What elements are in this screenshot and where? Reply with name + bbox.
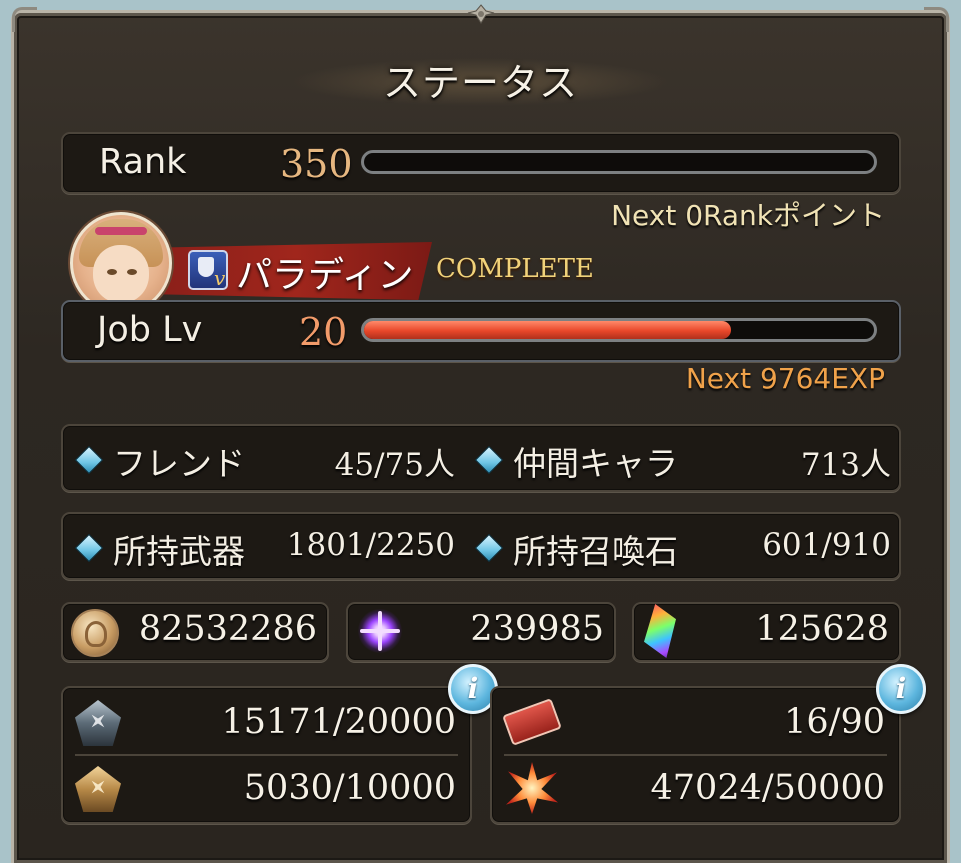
weapons-summons-row: 所持武器 1801/2250 所持召喚石 601/910	[61, 512, 901, 580]
weapons-value: 1801/2250	[286, 527, 455, 563]
burst-value: 47024/50000	[650, 768, 885, 808]
job-level-value: 20	[299, 310, 348, 354]
friends-allies-row: フレンド 45/75人 仲間キャラ 713人	[61, 424, 901, 492]
avatar[interactable]	[70, 212, 172, 314]
diamond-icon	[74, 533, 104, 563]
crest-ornament-icon	[467, 4, 495, 24]
diamond-icon	[474, 533, 504, 563]
crystal-icon	[358, 609, 402, 653]
blue-material-value: 15171/20000	[221, 702, 456, 742]
crystal-value: 239985	[470, 609, 604, 649]
rupie-panel: 82532286	[61, 602, 329, 662]
rank-label: Rank	[99, 142, 187, 182]
divider	[504, 754, 887, 756]
rank-value: 350	[280, 142, 353, 186]
next-rank-text: Next 0Rankポイント	[611, 199, 885, 232]
gold-pentagon-icon	[75, 766, 121, 812]
job-level-panel: Job Lv 20	[61, 300, 901, 362]
diamond-icon	[74, 445, 104, 475]
blue-pentagon-icon	[75, 700, 121, 746]
rank-panel: Rank 350	[61, 132, 901, 194]
ticket-value: 16/90	[784, 702, 885, 742]
friends-value: 45/75人	[334, 447, 455, 483]
summons-label: 所持召喚石	[513, 532, 678, 571]
rupie-value: 82532286	[138, 609, 317, 649]
gold-material-value: 5030/10000	[243, 768, 456, 808]
crystal-panel: 239985	[346, 602, 616, 662]
job-level-label: Job Lv	[97, 310, 203, 350]
burst-icon	[506, 762, 558, 814]
summons-value: 601/910	[762, 527, 891, 563]
job-exp-bar	[361, 318, 877, 342]
window-title: ステータス	[382, 61, 578, 105]
next-exp-text: Next 9764EXP	[685, 362, 885, 395]
rank-progress-bar	[361, 150, 877, 174]
frame-corner-right	[924, 7, 949, 32]
friends-label: フレンド	[113, 444, 245, 483]
diamond-icon	[474, 445, 504, 475]
allies-label: 仲間キャラ	[513, 444, 678, 483]
frame-corner-left	[12, 7, 37, 32]
gem-panel: 125628	[632, 602, 901, 662]
ticket-icon	[502, 698, 562, 746]
gem-value: 125628	[755, 609, 889, 649]
gem-icon	[644, 604, 676, 658]
job-exp-fill	[364, 321, 732, 339]
allies-value: 713人	[800, 447, 891, 483]
materials-right-panel: 16/90 47024/50000	[490, 686, 901, 824]
info-button-right[interactable]: i	[876, 664, 926, 714]
divider	[75, 754, 458, 756]
rupie-coin-icon	[71, 609, 119, 657]
materials-left-panel: 15171/20000 5030/10000	[61, 686, 472, 824]
job-rank-badge: v	[214, 266, 226, 290]
job-complete-badge: COMPLETE	[436, 254, 594, 284]
weapons-label: 所持武器	[113, 532, 245, 571]
job-name: パラディン	[236, 255, 414, 296]
